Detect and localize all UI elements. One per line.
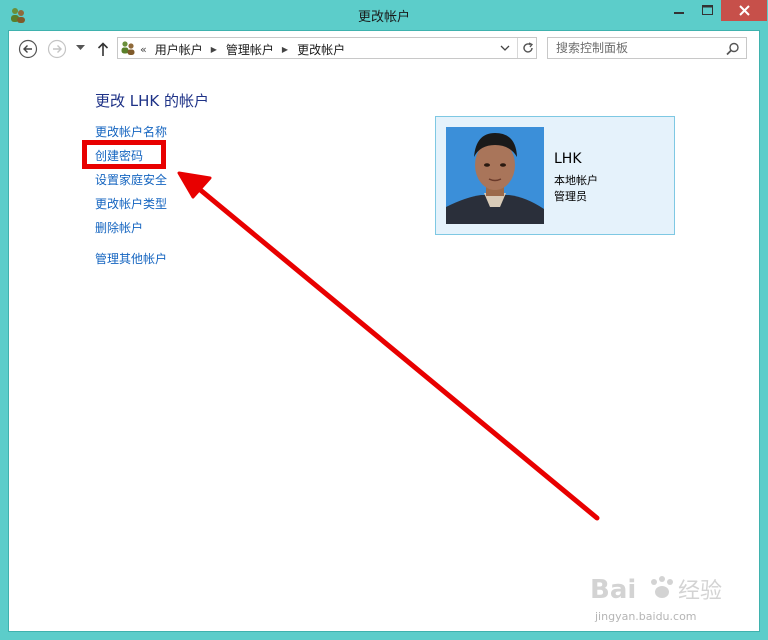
search-input[interactable] — [548, 38, 726, 58]
maximize-icon — [701, 5, 713, 15]
minimize-button[interactable] — [665, 0, 693, 20]
close-icon — [738, 5, 750, 16]
window-title: 更改帐户 — [357, 10, 410, 25]
search-box[interactable] — [547, 37, 747, 59]
breadcrumb-manage-accounts[interactable]: 管理帐户 — [226, 41, 274, 58]
refresh-icon — [523, 42, 534, 53]
navigation-bar: « 用户帐户 ▶ 管理帐户 ▶ 更改帐户 — [9, 31, 759, 67]
back-arrow-icon — [18, 39, 38, 59]
breadcrumb-change-account[interactable]: 更改帐户 — [297, 41, 345, 58]
change-account-type-link[interactable]: 更改帐户类型 — [95, 195, 167, 212]
address-history-button[interactable] — [496, 38, 514, 58]
breadcrumb-overflow[interactable]: « — [140, 43, 147, 56]
chevron-down-icon — [75, 45, 85, 50]
breadcrumb-separator-icon[interactable]: ▶ — [211, 45, 217, 54]
maximize-button[interactable] — [693, 0, 721, 20]
title-bar[interactable]: 更改帐户 — [0, 0, 768, 30]
up-arrow-icon — [97, 42, 109, 56]
annotation-highlight-box — [82, 140, 166, 169]
change-account-name-link[interactable]: 更改帐户名称 — [95, 123, 167, 140]
account-card: LHK 本地帐户 管理员 — [435, 116, 675, 235]
page-title: 更改 LHK 的帐户 — [95, 92, 210, 110]
chevron-down-icon — [500, 45, 510, 51]
family-safety-link[interactable]: 设置家庭安全 — [95, 171, 167, 188]
up-button[interactable] — [95, 40, 111, 58]
user-accounts-icon — [120, 40, 136, 56]
watermark-url: jingyan.baidu.com — [595, 610, 697, 623]
refresh-button[interactable] — [517, 38, 538, 58]
account-role: 管理员 — [554, 190, 587, 203]
minimize-icon — [674, 12, 684, 14]
forward-button[interactable] — [47, 39, 67, 59]
close-button[interactable] — [721, 0, 767, 21]
content-area: « 用户帐户 ▶ 管理帐户 ▶ 更改帐户 搜索控制面板 更改 LHK 的帐户 更… — [8, 30, 760, 632]
breadcrumb-user-accounts[interactable]: 用户帐户 — [155, 41, 203, 58]
breadcrumb: « 用户帐户 ▶ 管理帐户 ▶ 更改帐户 — [140, 41, 345, 58]
forward-arrow-icon — [47, 39, 67, 59]
svg-text:Bai: Bai — [590, 575, 636, 605]
account-name: LHK — [554, 151, 582, 167]
back-button[interactable] — [18, 39, 38, 59]
breadcrumb-separator-icon[interactable]: ▶ — [282, 45, 288, 54]
address-bar[interactable]: « 用户帐户 ▶ 管理帐户 ▶ 更改帐户 — [117, 37, 537, 59]
manage-other-accounts-link[interactable]: 管理其他帐户 — [95, 250, 167, 267]
search-icon[interactable] — [726, 41, 740, 56]
change-account-window: 更改帐户 « 用户帐户 ▶ 管理帐户 ▶ 更改帐户 搜索控制面板 更改 LHK … — [0, 0, 768, 640]
recent-locations-button[interactable] — [75, 43, 85, 53]
account-type: 本地帐户 — [554, 174, 598, 187]
delete-account-link[interactable]: 删除帐户 — [95, 219, 143, 236]
svg-text:经验: 经验 — [678, 579, 722, 604]
avatar — [446, 127, 544, 224]
